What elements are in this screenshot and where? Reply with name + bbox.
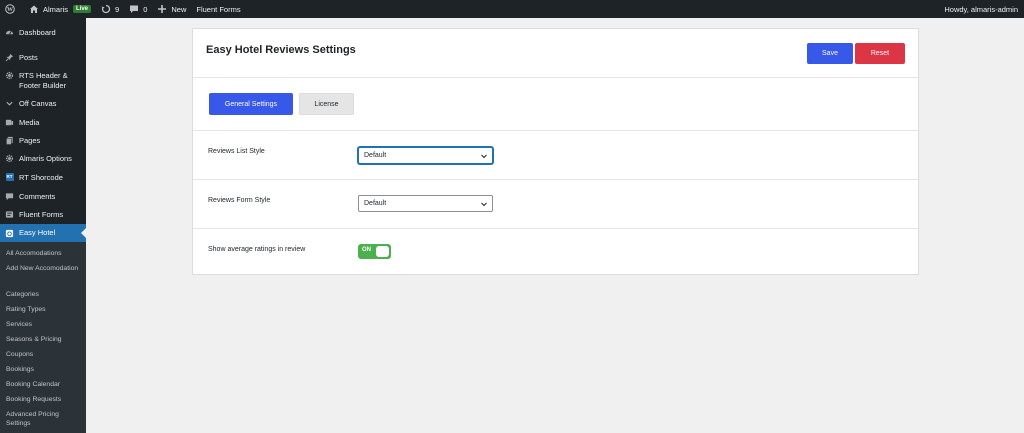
submenu-item-categories[interactable]: Categories — [6, 290, 84, 299]
submenu-item-rating-types[interactable]: Rating Types — [6, 305, 84, 314]
sidebar-item-rt-shorcode[interactable]: RT RT Shorcode — [0, 173, 86, 183]
chevron-down-icon — [0, 99, 19, 108]
reviews-list-style-select[interactable]: Default — [358, 147, 493, 164]
media-icon — [0, 118, 19, 127]
sidebar-item-label: Easy Hotel — [19, 228, 56, 237]
sidebar-item-fluent-forms[interactable]: Fluent Forms — [0, 210, 86, 220]
submenu-item-booking-calendar[interactable]: Booking Calendar — [6, 380, 84, 389]
new-label: New — [171, 4, 187, 14]
svg-text:W: W — [7, 7, 13, 13]
comment-bubble-icon — [129, 4, 139, 14]
plus-icon — [157, 4, 167, 14]
admin-bar: W Almaris Live 9 0 New Fluent Forms Howd… — [0, 0, 1024, 18]
pin-icon — [0, 53, 19, 62]
page-title: Easy Hotel Reviews Settings — [206, 44, 356, 56]
submenu-item-coupons[interactable]: Coupons — [6, 350, 84, 359]
wordpress-logo-icon: W — [5, 4, 15, 14]
rt-badge-icon: RT — [0, 173, 19, 181]
sidebar-item-label: Pages — [19, 136, 41, 145]
wordpress-logo-button[interactable]: W — [0, 0, 24, 18]
easy-hotel-submenu: All Accomodations Add New Accomodation C… — [0, 242, 86, 433]
reviews-form-style-label: Reviews Form Style — [208, 197, 271, 204]
submenu-item-seasons-pricing[interactable]: Seasons & Pricing — [6, 335, 84, 344]
show-average-ratings-toggle[interactable]: ON — [358, 244, 391, 259]
site-name: Almaris — [43, 4, 69, 14]
home-icon — [29, 4, 39, 14]
sidebar-item-off-canvas[interactable]: Off Canvas — [0, 99, 86, 109]
show-average-ratings-label: Show average ratings in review — [208, 246, 306, 253]
submenu-item-add-new-accomodation[interactable]: Add New Accomodation — [6, 264, 84, 273]
site-name-link[interactable]: Almaris Live — [24, 0, 96, 18]
sidebar-item-label: RT Shorcode — [19, 173, 63, 182]
save-button[interactable]: Save — [807, 43, 853, 64]
active-menu-arrow — [81, 228, 86, 238]
reviews-list-style-value: Default — [364, 152, 387, 159]
comment-icon — [0, 192, 19, 201]
sidebar-item-label: Media — [19, 118, 40, 127]
dashboard-icon — [0, 28, 19, 37]
comments-count: 0 — [143, 4, 148, 14]
howdy-text: Howdy, almaris-admin — [944, 4, 1018, 14]
submenu-item-services[interactable]: Services — [6, 320, 84, 329]
sidebar-item-label: RTS Header & Footer Builder — [19, 71, 68, 90]
row-divider — [193, 130, 918, 131]
submenu-item-all-accomodations[interactable]: All Accomodations — [6, 249, 84, 258]
sidebar-item-almaris-options[interactable]: Almaris Options — [0, 154, 86, 164]
gear-icon — [0, 154, 19, 163]
toggle-state-text: ON — [362, 247, 371, 253]
sidebar-item-pages[interactable]: Pages — [0, 136, 86, 146]
sidebar-item-easy-hotel[interactable]: Easy Hotel — [0, 224, 86, 242]
sidebar-item-label: Off Canvas — [19, 99, 57, 108]
sidebar-item-rts-header-footer[interactable]: RTS Header & Footer Builder — [0, 71, 86, 91]
sidebar-item-dashboard[interactable]: Dashboard — [0, 28, 86, 38]
sidebar-item-media[interactable]: Media — [0, 118, 86, 128]
submenu-item-advanced-pricing-settings[interactable]: Advanced Pricing Settings — [6, 410, 70, 428]
tab-general-settings[interactable]: General Settings — [209, 93, 293, 115]
comments-link[interactable]: 0 — [124, 0, 152, 18]
form-icon — [0, 210, 19, 219]
chevron-down-icon — [481, 154, 487, 159]
fluent-forms-link[interactable]: Fluent Forms — [191, 0, 245, 18]
updates-link[interactable]: 9 — [96, 0, 124, 18]
updates-icon — [101, 4, 111, 14]
submenu-item-bookings[interactable]: Bookings — [6, 365, 84, 374]
row-divider — [193, 179, 918, 180]
admin-sidebar: Dashboard Posts RTS Header & Footer Buil… — [0, 18, 86, 433]
pages-icon — [0, 136, 19, 145]
sidebar-item-label: Dashboard — [19, 28, 56, 37]
new-content-link[interactable]: New — [152, 0, 191, 18]
rt-badge-text: RT — [5, 173, 14, 181]
sidebar-item-label: Posts — [19, 53, 38, 62]
live-badge: Live — [73, 5, 92, 13]
hotel-icon — [0, 229, 19, 238]
gear-icon — [0, 71, 19, 80]
sidebar-item-posts[interactable]: Posts — [0, 53, 86, 63]
sidebar-item-label: Fluent Forms — [19, 210, 64, 219]
settings-card-header: Easy Hotel Reviews Settings Save Reset — [193, 29, 918, 78]
submenu-item-booking-requests[interactable]: Booking Requests — [6, 395, 84, 404]
settings-card: Easy Hotel Reviews Settings Save Reset G… — [192, 28, 919, 275]
reset-button[interactable]: Reset — [855, 43, 905, 64]
toggle-knob — [376, 246, 389, 257]
row-divider — [193, 228, 918, 229]
sidebar-item-comments[interactable]: Comments — [0, 192, 86, 202]
reviews-form-style-value: Default — [364, 200, 387, 207]
reviews-form-style-select[interactable]: Default — [358, 195, 493, 212]
sidebar-item-label: Comments — [19, 192, 56, 201]
fluent-forms-label: Fluent Forms — [196, 4, 241, 14]
tab-license[interactable]: License — [299, 93, 354, 115]
sidebar-item-label: Almaris Options — [19, 154, 72, 163]
account-menu[interactable]: Howdy, almaris-admin — [939, 0, 1024, 18]
updates-count: 9 — [115, 4, 120, 14]
reviews-list-style-label: Reviews List Style — [208, 148, 265, 155]
chevron-down-icon — [481, 202, 487, 207]
